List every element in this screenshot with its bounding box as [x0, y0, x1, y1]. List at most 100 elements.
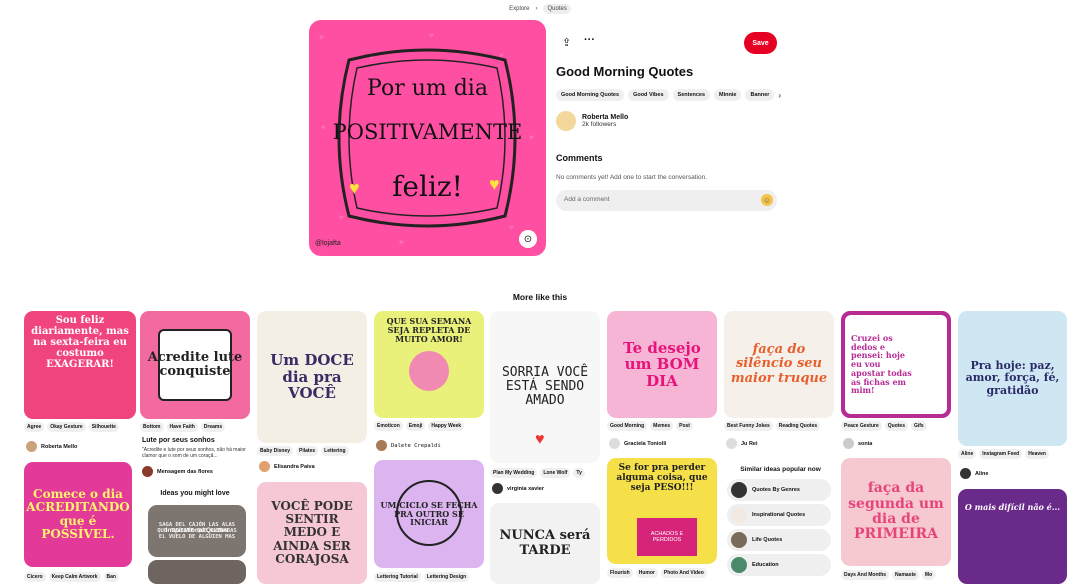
chevron-right-icon[interactable]: ›: [778, 91, 781, 100]
tag-chip[interactable]: Minnie: [714, 89, 742, 101]
pin-card[interactable]: faça da segunda um dia de PRIMEIRA: [841, 458, 951, 566]
tag-chip[interactable]: Mo: [921, 570, 936, 580]
card-tags: Good Morning Memes Post: [607, 421, 717, 431]
tag-chip[interactable]: Ban: [103, 572, 119, 582]
tag-chip[interactable]: Plan My Wedding: [490, 468, 538, 478]
pin-card[interactable]: Um DOCE dia pra VOCÊ: [257, 311, 367, 443]
similar-item[interactable]: Quotes By Genres: [727, 479, 831, 501]
breadcrumb-explore[interactable]: Explore: [509, 6, 529, 12]
tag-chip[interactable]: Keep Calm Artwork: [48, 572, 101, 582]
pin-card[interactable]: Cruzei os dedos e pensei: hoje eu vou ap…: [841, 311, 951, 418]
card-subtext: ACHADOS E PERDIDOS: [637, 518, 697, 556]
emoji-icon[interactable]: ☺: [761, 194, 773, 206]
pin-card[interactable]: UM CICLO SE FECHA PRA OUTRO SE INICIAR: [374, 460, 484, 568]
pin-card[interactable]: [148, 560, 246, 584]
tag-chip[interactable]: Baby Disney: [257, 446, 294, 456]
similar-item[interactable]: Life Quotes: [727, 529, 831, 551]
tag-chip[interactable]: Good Morning: [607, 421, 648, 431]
tag-chip[interactable]: Heaven: [1025, 449, 1049, 459]
tag-chip[interactable]: Banner: [745, 89, 775, 101]
tag-chip[interactable]: Photo And Video: [660, 568, 707, 578]
tag-chip[interactable]: Have Faith: [166, 422, 198, 432]
tag-chip[interactable]: Days And Months: [841, 570, 890, 580]
similar-item[interactable]: Education: [727, 554, 831, 576]
card-user[interactable]: sonia: [843, 438, 872, 449]
tag-chip[interactable]: Lettering Design: [423, 572, 470, 582]
svg-text:♥: ♥: [429, 31, 434, 40]
pin-card[interactable]: NUNCA será TARDE: [490, 503, 600, 584]
card-user[interactable]: Graciela Toniolli: [609, 438, 666, 449]
card-user[interactable]: Elisandra Paiva: [259, 461, 315, 472]
card-text: Acredite lute conquiste: [147, 349, 243, 379]
pin-card[interactable]: O mais difícil não é...: [958, 489, 1067, 584]
tag-chip[interactable]: Namaste: [892, 570, 919, 580]
pin-card[interactable]: SAGA DEL CAJÓN LAS ALAS QUE TUVISTE QUE …: [148, 505, 246, 557]
author[interactable]: Roberta Mello 2k followers: [556, 111, 628, 131]
similar-item[interactable]: Inspirational Quotes: [727, 504, 831, 526]
card-user[interactable]: Roberta Mello: [26, 441, 77, 452]
pin-text-line2: POSITIVAMENTE: [332, 120, 523, 144]
tag-chip[interactable]: Happy Week: [428, 421, 465, 431]
card-tags: Days And Months Namaste Mo: [841, 570, 951, 580]
tag-chip[interactable]: Good Morning Quotes: [556, 89, 625, 101]
pin-image[interactable]: ♥ ♥ ♥ ♥ ♥ ♥ ♥ ♥ ♥ Por um dia POSITIVAMENTE fel…: [309, 20, 546, 256]
tag-chip[interactable]: Lone Wolf: [540, 468, 571, 478]
tag-chip[interactable]: Bottom: [140, 422, 164, 432]
card-title[interactable]: Lute por seus sonhos: [142, 437, 215, 444]
tag-chip[interactable]: Emoticon: [374, 421, 403, 431]
more-options-icon[interactable]: ···: [584, 34, 595, 46]
author-name[interactable]: Roberta Mello: [582, 114, 628, 121]
tag-chip[interactable]: Peace Gesture: [841, 421, 882, 431]
tag-chip[interactable]: Sentences: [672, 89, 711, 101]
card-user[interactable]: Dalete Crepaldi: [376, 440, 441, 451]
visual-search-icon[interactable]: ⊙: [519, 230, 537, 248]
tag-chip[interactable]: Ty: [573, 468, 585, 478]
tag-chip[interactable]: Good Vibes: [628, 89, 669, 101]
tag-chip[interactable]: Aline: [958, 449, 977, 459]
pin-text-line1: Por um dia: [367, 76, 488, 101]
pin-card[interactable]: Se for pra perder alguma coisa, que seja…: [607, 458, 717, 564]
card-user[interactable]: Ju Rei: [726, 438, 758, 449]
thumbnail: [731, 482, 747, 498]
card-user[interactable]: virginia xavier: [492, 483, 544, 494]
breadcrumb-quotes[interactable]: Quotes: [543, 4, 571, 14]
card-tags: Baby Disney Pilates Lettering: [257, 446, 367, 456]
pin-card[interactable]: Pra hoje: paz, amor, força, fé, gratidão: [958, 311, 1067, 446]
tag-chip[interactable]: Pilates: [296, 446, 319, 456]
card-user[interactable]: Aline: [960, 468, 988, 479]
tag-chip[interactable]: Lettering Tutorial: [374, 572, 421, 582]
tag-chip[interactable]: Humor: [635, 568, 658, 578]
tag-chip[interactable]: Memes: [650, 421, 674, 431]
pin-card[interactable]: SORRIA VOCÊ ESTÁ SENDO AMADO ♥: [490, 311, 600, 463]
tag-chip[interactable]: Instagram Feed: [979, 449, 1023, 459]
tag-chip[interactable]: Cícero: [24, 572, 46, 582]
card-text: faça do silêncio seu maior truque: [730, 342, 828, 386]
tag-chip[interactable]: Reading Quotes: [775, 421, 821, 431]
tag-chip[interactable]: Agree: [24, 422, 45, 432]
breadcrumb: Explore › Quotes: [0, 4, 1080, 14]
tag-chip[interactable]: Quotes: [884, 421, 908, 431]
tag-chip[interactable]: Post: [676, 421, 693, 431]
tag-chip[interactable]: Flourish: [607, 568, 633, 578]
tag-chip[interactable]: Best Funny Jokes: [724, 421, 773, 431]
tag-chip[interactable]: Silhouette: [88, 422, 119, 432]
user-name: Elisandra Paiva: [274, 463, 315, 470]
tag-chip[interactable]: Lettering: [321, 446, 349, 456]
pin-card[interactable]: faça do silêncio seu maior truque: [724, 311, 834, 418]
pin-card[interactable]: QUE SUA SEMANA SEJA REPLETA DE MUITO AMO…: [374, 311, 484, 418]
pin-card[interactable]: Te desejo um BOM DIA: [607, 311, 717, 418]
pin-card[interactable]: Comece o dia ACREDITANDO que é POSSÍVEL.: [24, 462, 132, 567]
pin-card[interactable]: Acredite lute conquiste: [140, 311, 250, 419]
card-user[interactable]: Mensagem das flores: [142, 466, 213, 477]
pin-card[interactable]: Sou feliz diariamente, mas na sexta-feir…: [24, 311, 136, 419]
tag-chip[interactable]: Emoji: [405, 421, 426, 431]
tag-chip[interactable]: Dreams: [200, 422, 226, 432]
tag-chip[interactable]: Gifs: [910, 421, 927, 431]
save-button[interactable]: Save: [744, 32, 777, 54]
pin-card[interactable]: VOCÊ PODE SENTIR MEDO E AINDA SER CORAJO…: [257, 482, 367, 584]
card-tags: Plan My Wedding Lone Wolf Ty: [490, 468, 600, 478]
comment-input[interactable]: Add a comment ☺: [556, 190, 777, 211]
card-overlay-label: Inspirational Quotes: [165, 527, 229, 534]
share-icon[interactable]: ⇪: [562, 36, 571, 49]
tag-chip[interactable]: Okay Gesture: [47, 422, 86, 432]
